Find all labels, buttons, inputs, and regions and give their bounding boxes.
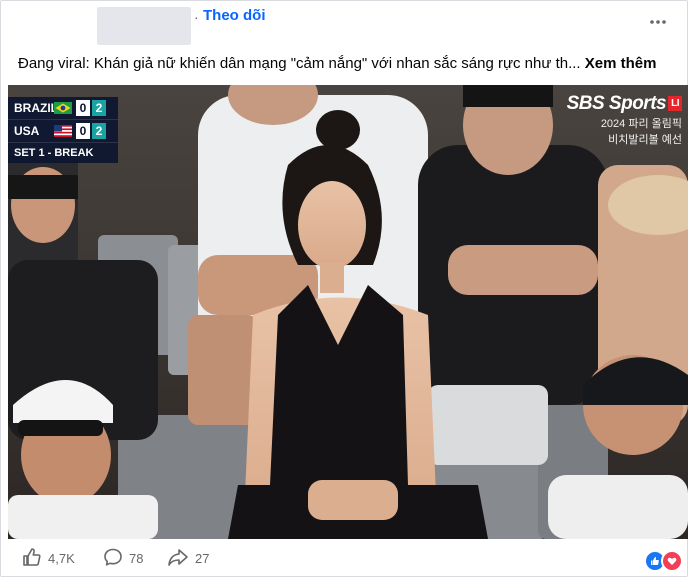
broadcaster-subtitle-2: 비치발리볼 예선: [608, 134, 682, 146]
broadcaster-logo: SBS Sports LI: [567, 93, 688, 115]
set-status: SET 1 - BREAK: [14, 147, 94, 159]
post-actions: 4,7K 78 27: [1, 541, 687, 577]
separator-dot: ·: [194, 9, 199, 25]
author-name-redacted[interactable]: [97, 7, 191, 45]
score-row-usa: USA 0 2: [8, 120, 118, 143]
post-body: Đang viral: Khán giả nữ khiến dân mạng "…: [18, 55, 581, 72]
usa-flag-icon: [54, 125, 72, 137]
broadcaster-logo-text: SBS Sports: [566, 93, 667, 114]
team-name: USA: [14, 124, 40, 138]
share-count: 27: [195, 551, 210, 566]
share-button[interactable]: 27: [167, 547, 209, 570]
score-row-brazil: BRAZIL 0 2: [8, 97, 118, 120]
like-count: 4,7K: [48, 551, 75, 566]
broadcaster-overlay: SBS Sports LI 2024 파리 올림픽 비치발리볼 예선: [567, 93, 688, 147]
brazil-flag-icon: [54, 102, 72, 114]
love-reaction-icon: [661, 550, 683, 572]
scoreboard-overlay: BRAZIL 0 2 USA 0 2 SET 1 - BREAK: [8, 97, 118, 163]
team-name: BRAZIL: [14, 101, 58, 115]
post-text: Đang viral: Khán giả nữ khiến dân mạng "…: [18, 54, 678, 74]
comment-bubble-icon: [103, 547, 129, 570]
more-options-icon[interactable]: [647, 11, 669, 33]
sets-score: 0: [76, 123, 90, 139]
like-button[interactable]: 4,7K: [22, 547, 75, 570]
games-score: 2: [92, 123, 106, 139]
sets-score: 0: [76, 100, 90, 116]
live-badge: LI: [668, 96, 682, 112]
follow-button[interactable]: Theo dõi: [203, 7, 266, 24]
comment-count: 78: [129, 551, 144, 566]
see-more-link[interactable]: Xem thêm: [585, 55, 657, 72]
post-photo[interactable]: BRAZIL 0 2 USA 0 2 SET 1 - BREAK SBS Spo…: [8, 85, 688, 539]
reaction-summary[interactable]: [644, 550, 683, 572]
broadcaster-subtitle-1: 2024 파리 올림픽: [600, 118, 682, 130]
share-arrow-icon: [167, 547, 195, 570]
comment-button[interactable]: 78: [103, 547, 143, 570]
thumbs-up-icon: [22, 547, 48, 570]
post-card: · Theo dõi Đang viral: Khán giả nữ khiến…: [0, 0, 688, 577]
games-score: 2: [92, 100, 106, 116]
